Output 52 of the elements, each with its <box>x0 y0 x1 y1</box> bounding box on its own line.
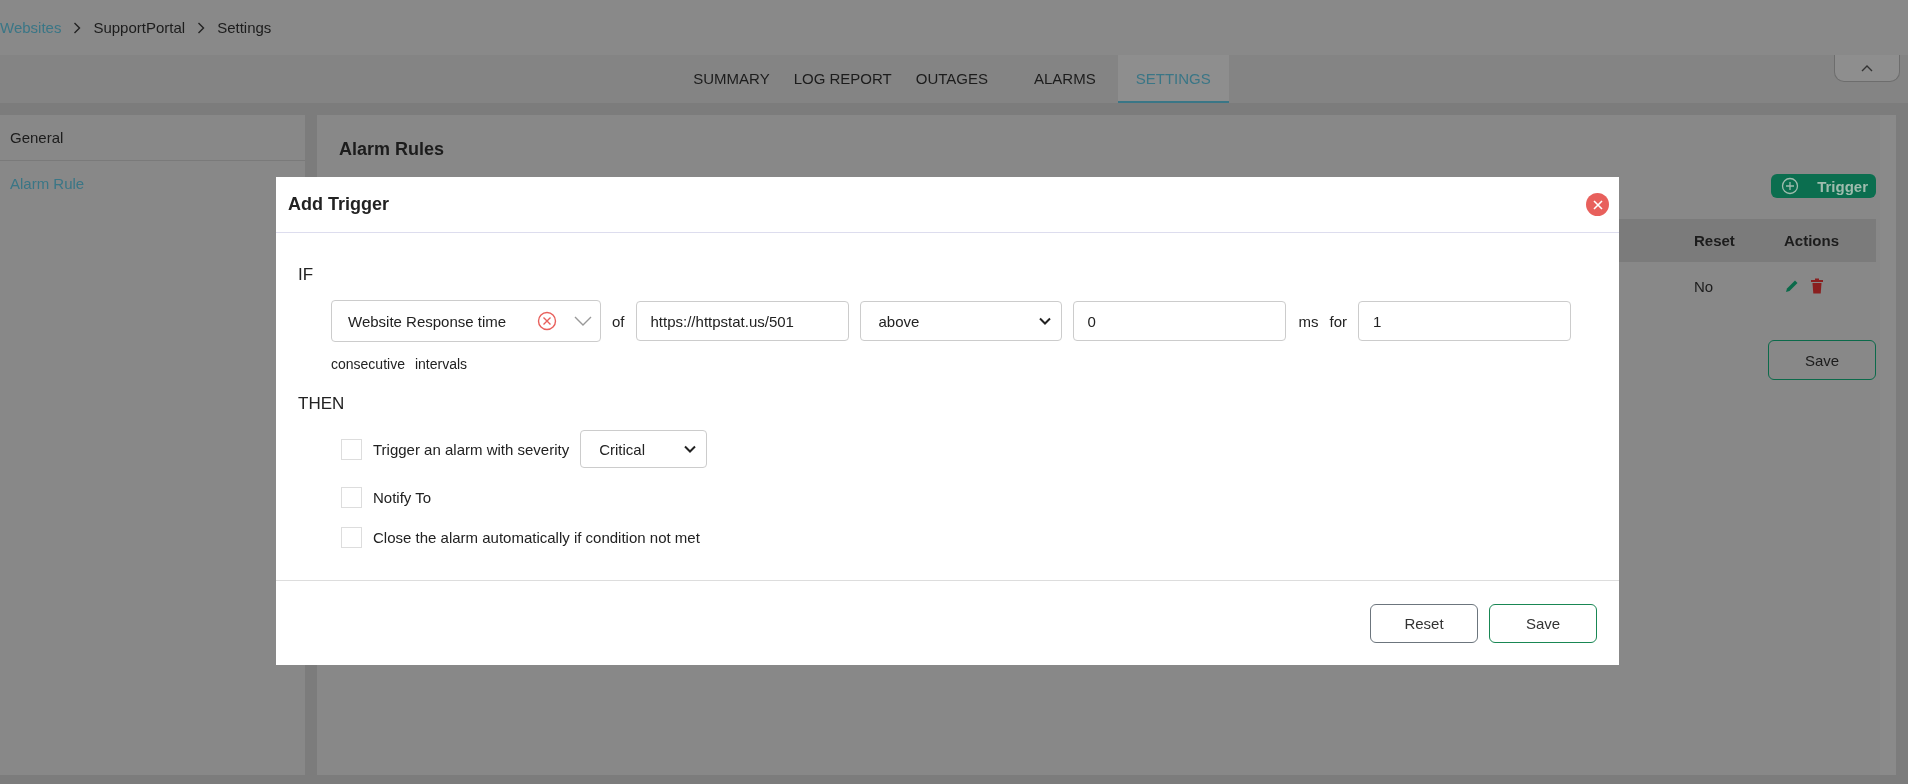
severity-select[interactable]: Critical <box>580 430 708 468</box>
tab[interactable]: ALARMS <box>1000 55 1118 103</box>
count-field[interactable]: 1 <box>1358 301 1572 341</box>
column-header: Actions <box>1784 232 1840 249</box>
trash-icon <box>1810 278 1824 294</box>
save-button[interactable]: Save <box>1489 603 1597 643</box>
checkbox[interactable] <box>341 527 362 548</box>
checkbox[interactable] <box>341 487 362 508</box>
url-field[interactable]: https://httpstat.us/501 <box>635 301 849 341</box>
breadcrumb-item: Settings <box>217 19 272 36</box>
chevron-down-icon <box>684 445 697 453</box>
for-label: for <box>1329 312 1348 330</box>
chevron-right-icon <box>197 21 206 34</box>
close-icon <box>1592 199 1603 210</box>
reset-button[interactable]: Reset <box>1370 603 1478 643</box>
select-value: Website Response time <box>348 312 508 330</box>
delete-button[interactable] <box>1810 278 1824 294</box>
chevron-down-icon <box>574 316 592 326</box>
chevron-down-icon <box>1038 317 1051 325</box>
checkbox[interactable] <box>341 438 362 460</box>
plus-circle-icon <box>1781 177 1800 195</box>
clear-icon <box>537 311 557 331</box>
option-label: Close the alarm automatically if condition not met <box>373 529 700 546</box>
table-cell-text: No <box>1694 277 1715 295</box>
edit-button[interactable] <box>1784 278 1800 294</box>
threshold-field[interactable]: 0 <box>1072 301 1286 341</box>
tab[interactable]: OUTAGES <box>903 55 1000 103</box>
sidebar-item[interactable]: General <box>0 115 305 161</box>
of-label: of <box>612 312 625 330</box>
section-label: IF <box>298 265 315 285</box>
chevron-up-icon <box>1861 64 1873 72</box>
tab[interactable]: LOG REPORT <box>781 55 904 103</box>
unit-label: ms <box>1298 312 1319 330</box>
clear-button[interactable] <box>537 311 557 331</box>
save-button[interactable]: Save <box>1768 340 1876 380</box>
section-label: THEN <box>298 394 346 414</box>
dialog-title: Add Trigger <box>288 194 389 215</box>
panel-title: Alarm Rules <box>339 139 446 160</box>
add-trigger-button[interactable]: Trigger <box>1771 174 1876 198</box>
tab[interactable]: SUMMARY <box>681 55 782 103</box>
metric-select[interactable]: Website Response time <box>331 300 601 342</box>
breadcrumb-item: SupportPortal <box>93 19 186 36</box>
suffix-label: consecutive <box>331 356 405 372</box>
option-label: Trigger an alarm with severity <box>373 440 570 458</box>
option-label: Notify To <box>373 489 432 506</box>
column-header: Reset <box>1694 232 1736 249</box>
collapse-button[interactable] <box>1834 55 1900 82</box>
pencil-icon <box>1784 278 1800 294</box>
close-button[interactable] <box>1586 193 1609 216</box>
comparison-select[interactable]: above <box>859 301 1062 341</box>
chevron-right-icon <box>73 21 82 34</box>
suffix-label: intervals <box>414 356 468 372</box>
